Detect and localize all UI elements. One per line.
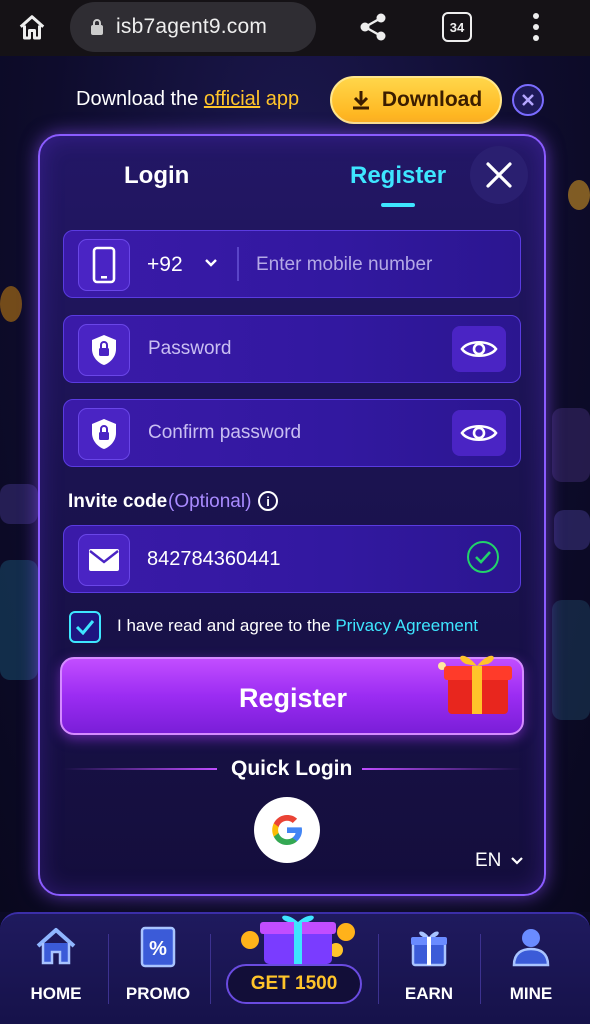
background-coin-decor — [568, 180, 590, 210]
browser-home-icon[interactable] — [14, 10, 50, 46]
confirm-password-field[interactable]: Confirm password — [63, 399, 521, 467]
agree-text: I have read and agree to the Privacy Agr… — [117, 616, 478, 636]
download-app-button[interactable]: Download — [330, 76, 502, 124]
country-code-select[interactable]: +92 — [147, 253, 183, 277]
invite-code-label: Invite code — [68, 491, 168, 512]
chevron-down-icon[interactable] — [204, 258, 218, 268]
agree-checkbox[interactable] — [69, 611, 101, 643]
invite-code-input[interactable]: 842784360441 — [147, 548, 280, 571]
lock-icon — [91, 19, 103, 35]
language-label: EN — [475, 850, 502, 871]
language-select[interactable]: EN — [475, 850, 524, 872]
tab-switcher-button[interactable]: 34 — [442, 12, 472, 42]
invite-optional-label: (Optional) — [168, 491, 252, 512]
home-icon — [34, 924, 78, 970]
checkmark-icon — [75, 620, 95, 635]
nav-earn[interactable]: EARN — [379, 920, 479, 1016]
quick-login-label: Quick Login — [231, 757, 353, 780]
share-icon[interactable] — [356, 10, 390, 44]
shield-lock-icon — [78, 408, 130, 460]
mobile-number-input[interactable]: Enter mobile number — [256, 254, 432, 276]
background-game-tile — [0, 484, 38, 524]
google-login-button[interactable] — [254, 797, 320, 863]
shield-lock-icon — [78, 324, 130, 376]
agree-text-body: I have read and agree to the — [117, 616, 336, 635]
download-button-label: Download — [381, 88, 483, 111]
browser-menu-icon[interactable] — [526, 10, 546, 44]
nav-promo[interactable]: % PROMO — [108, 920, 208, 1016]
password-field[interactable]: Password — [63, 315, 521, 383]
invite-code-field[interactable] — [63, 525, 521, 593]
download-banner-text: Download the official app — [76, 88, 299, 111]
confirm-password-input[interactable]: Confirm password — [148, 422, 301, 444]
address-bar[interactable]: isb7agent9.com — [70, 2, 316, 52]
nav-mine-label: MINE — [509, 984, 553, 1003]
download-icon — [352, 91, 369, 110]
phone-divider — [237, 247, 239, 281]
password-input[interactable]: Password — [148, 338, 231, 360]
divider-right — [362, 768, 522, 770]
background-game-tile — [0, 560, 38, 680]
chevron-down-icon — [511, 857, 524, 865]
nav-mine[interactable]: MINE — [481, 920, 581, 1016]
nav-earn-label: EARN — [404, 984, 454, 1003]
background-game-tile — [552, 600, 590, 720]
banner-highlight: official — [203, 88, 261, 110]
nav-divider — [210, 934, 211, 1004]
banner-close-icon[interactable] — [512, 84, 544, 116]
google-icon — [272, 815, 302, 845]
url-text: isb7agent9.com — [116, 15, 268, 38]
gift-icon — [241, 915, 355, 964]
phone-icon — [78, 239, 130, 291]
earn-gift-icon — [407, 924, 451, 970]
nav-home-label: HOME — [30, 984, 82, 1003]
nav-promo-label: PROMO — [125, 984, 191, 1003]
envelope-icon — [78, 534, 130, 586]
active-tab-indicator — [381, 203, 415, 207]
promo-icon: % — [136, 924, 180, 970]
gift-box-icon — [438, 655, 512, 714]
tab-register[interactable]: Register — [350, 162, 446, 190]
background-arrow-button — [554, 510, 590, 550]
browser-toolbar: isb7agent9.com 34 — [0, 0, 590, 56]
eye-icon[interactable] — [452, 326, 506, 372]
info-icon[interactable]: i — [258, 491, 278, 511]
tab-login[interactable]: Login — [124, 162, 189, 190]
privacy-agreement-link[interactable]: Privacy Agreement — [335, 616, 478, 635]
banner-prefix: Download the — [76, 88, 204, 110]
nav-get-bonus[interactable]: GET 1500 — [226, 964, 362, 1004]
modal-close-icon[interactable] — [470, 146, 528, 204]
background-coin-decor — [0, 286, 22, 322]
valid-check-icon — [467, 541, 499, 573]
eye-icon[interactable] — [452, 410, 506, 456]
background-game-tile — [552, 408, 590, 482]
banner-suffix: app — [260, 88, 300, 110]
divider-left — [63, 768, 217, 770]
nav-home[interactable]: HOME — [6, 920, 106, 1016]
user-icon — [509, 924, 553, 970]
svg-text:%: % — [149, 938, 167, 960]
